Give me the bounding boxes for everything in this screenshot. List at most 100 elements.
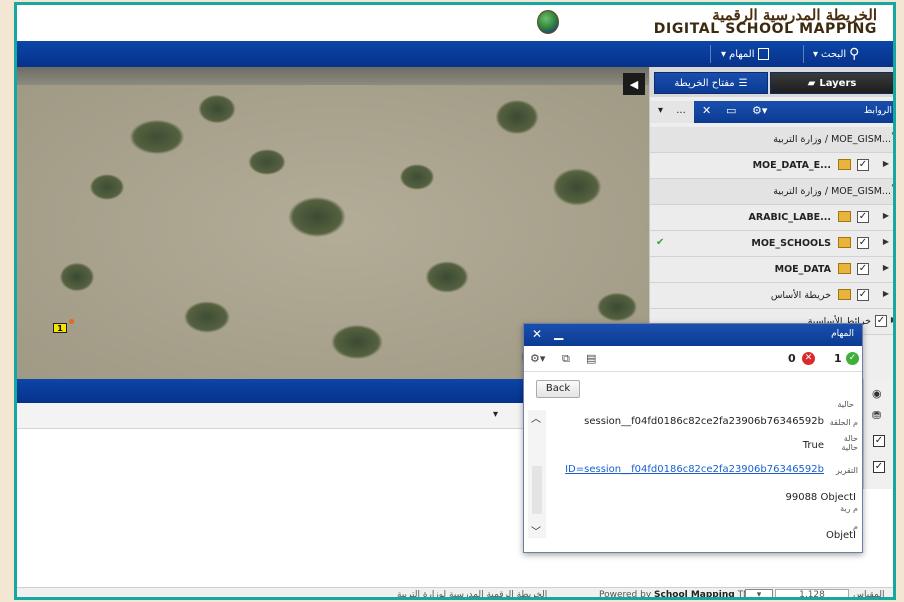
tab-layers[interactable]: ▰ Layers (770, 72, 893, 94)
powered-brand: School Mapping (654, 590, 735, 600)
chevron-right-icon[interactable]: ▶ (883, 289, 889, 298)
layer-row-label: خريطة الأساس (770, 290, 831, 301)
report-link[interactable]: ID=session__f04fd0186c82ce2fa23906b76346… (565, 464, 824, 475)
gear-icon[interactable]: ⚙▾ (752, 104, 767, 117)
chevron-down-icon[interactable]: ﹀ (531, 523, 541, 538)
toolbar-separator (803, 45, 804, 63)
scale-dropdown[interactable]: ▾ (745, 589, 773, 597)
search-label: البحث (821, 48, 847, 60)
layer-group-row[interactable]: وزارة التربية / MOE_GISM... ▼ (650, 127, 893, 153)
layer-checkbox[interactable]: ✓ (857, 263, 869, 275)
layer-row-label: MOE_DATA_E... (752, 160, 831, 171)
result-checkbox[interactable]: ✓ (873, 435, 885, 447)
layer-row[interactable]: ARABIC_LABE... ✓ ▶ (650, 205, 893, 231)
success-count: 1 (834, 352, 842, 365)
powered-prefix: Powered by (599, 590, 655, 600)
field-value: ObjetI (825, 530, 856, 541)
tasks-label: المهام (729, 48, 755, 60)
app-header: الخريطة المدرسية الرقمية DIGITAL SCHOOL … (17, 5, 893, 41)
chevron-right-icon[interactable]: ▶ (883, 263, 889, 272)
layers-header-title: الروابط (863, 106, 892, 116)
map-marker[interactable]: 1 (53, 323, 67, 333)
layers-header-bar: ✕ ▭ ⚙▾ الروابط (694, 101, 893, 123)
close-icon[interactable]: ✕ (702, 104, 711, 117)
chevron-up-icon[interactable]: ︿ (531, 410, 541, 425)
minimize-icon[interactable]: ▁ (554, 326, 563, 340)
field-label: التقرير (835, 466, 858, 475)
result-checkbox[interactable]: ✓ (873, 461, 885, 473)
search-button[interactable]: ▾ البحث ⚲ (809, 44, 863, 64)
field-label: حالة حالية (841, 434, 858, 452)
clipboard-icon[interactable]: ▤ (586, 352, 596, 365)
folder-icon (838, 159, 851, 170)
layer-row[interactable]: خريطة الأساس ✓ ▶ (650, 283, 893, 309)
globe-logo-icon (537, 10, 559, 34)
dialog-toolbar: ⚙▾ ⧉ ▤ 0 ✕ 1 ✓ (524, 346, 862, 372)
folder-icon (838, 289, 851, 300)
layers-dropdown-label: ... (676, 105, 686, 116)
dialog-title: المهام (831, 329, 854, 339)
map-top-strip (17, 67, 649, 85)
layer-group-row[interactable]: وزارة التربية / MOE_GISM... ▼ (650, 179, 893, 205)
error-icon: ✕ (802, 352, 815, 365)
success-icon: ✓ (846, 352, 859, 365)
panel-tabs: مفتاح الخريطة ☰ ▰ Layers (650, 67, 893, 97)
chevron-right-icon[interactable]: ▶ (883, 237, 889, 246)
layer-checkbox[interactable]: ✓ (857, 159, 869, 171)
tasks-dialog: ✕ ▁ المهام ⚙▾ ⧉ ▤ 0 ✕ 1 ✓ Back ︿ ﹀ حالية… (523, 323, 863, 553)
layers-icon: ▰ (807, 77, 816, 89)
layer-row[interactable]: ✔ MOE_SCHOOLS ✓ ▶ (650, 231, 893, 257)
layer-row-label: ARABIC_LABE... (748, 212, 831, 223)
layer-row-label: MOE_DATA (774, 264, 831, 275)
chevron-down-icon[interactable]: ▾ (493, 409, 498, 420)
main-toolbar: ▾ المهام ▾ البحث ⚲ (17, 41, 893, 67)
window-icon[interactable]: ▭ (726, 104, 736, 117)
chevron-right-icon[interactable]: ▶ (883, 159, 889, 168)
list-icon: ☰ (738, 77, 748, 89)
field-value: True (802, 440, 824, 451)
dialog-scrollbar[interactable]: ︿ ﹀ (528, 410, 546, 538)
collapse-panel-button[interactable]: ◀ (623, 73, 645, 95)
close-icon[interactable]: ✕ (532, 327, 542, 341)
layer-checkbox[interactable]: ✓ (875, 315, 887, 327)
filter-icon[interactable]: ⛃ (872, 409, 881, 422)
status-bar: الخريطة الرقمية المدرسية لوزارة التربية … (17, 587, 893, 600)
layer-row-label: وزارة التربية / MOE_GISM... (773, 186, 891, 197)
scale-value[interactable]: 1,128 (775, 589, 849, 597)
layer-row[interactable]: MOE_DATA ✓ ▶ (650, 257, 893, 283)
field-label: م رية (840, 504, 858, 513)
field-label: م الحلقة (829, 418, 858, 427)
gear-icon[interactable]: ⚙▾ (530, 352, 545, 365)
layer-row[interactable]: MOE_DATA_E... ✓ ▶ (650, 153, 893, 179)
chevron-right-icon[interactable]: ▶ (891, 315, 893, 324)
app-frame: الخريطة المدرسية الرقمية DIGITAL SCHOOL … (14, 2, 896, 600)
chevron-down-icon: ▾ (658, 105, 664, 116)
chevron-right-icon[interactable]: ▶ (883, 211, 889, 220)
expand-triangle-icon[interactable]: ▼ (892, 183, 893, 191)
layers-header: ▾ ... ✕ ▭ ⚙▾ الروابط (650, 101, 893, 123)
layer-row-label: وزارة التربية / MOE_GISM... (773, 134, 891, 145)
tab-legend[interactable]: مفتاح الخريطة ☰ (654, 72, 768, 94)
copy-icon[interactable]: ⧉ (562, 352, 570, 366)
toolbar-separator (710, 45, 711, 63)
expand-triangle-icon[interactable]: ▼ (892, 131, 893, 139)
scale-label: المقياس 1: (853, 590, 885, 600)
status-text: الخريطة الرقمية المدرسية لوزارة التربية (397, 590, 548, 600)
back-button[interactable]: Back (536, 380, 580, 398)
layer-row-label: MOE_SCHOOLS (751, 238, 831, 249)
dialog-title-bar: ✕ ▁ المهام (524, 324, 862, 346)
layer-checkbox[interactable]: ✓ (857, 211, 869, 223)
field-label: حالية (837, 400, 854, 409)
chevron-down-icon: ▾ (721, 48, 727, 60)
layer-checkbox[interactable]: ✓ (857, 289, 869, 301)
tasks-button[interactable]: ▾ المهام (717, 44, 773, 64)
logo-english-title: DIGITAL SCHOOL MAPPING (653, 21, 877, 37)
error-count: 0 (788, 352, 796, 365)
field-label: م (853, 522, 858, 531)
layer-checkbox[interactable]: ✓ (857, 237, 869, 249)
folder-icon (838, 263, 851, 274)
side-mini-panel: ◉ ⛃ ✓ ✓ (863, 379, 893, 489)
layers-dropdown[interactable]: ▾ ... (658, 105, 686, 116)
eye-icon[interactable]: ◉ (872, 387, 882, 400)
scroll-thumb[interactable] (532, 466, 542, 514)
